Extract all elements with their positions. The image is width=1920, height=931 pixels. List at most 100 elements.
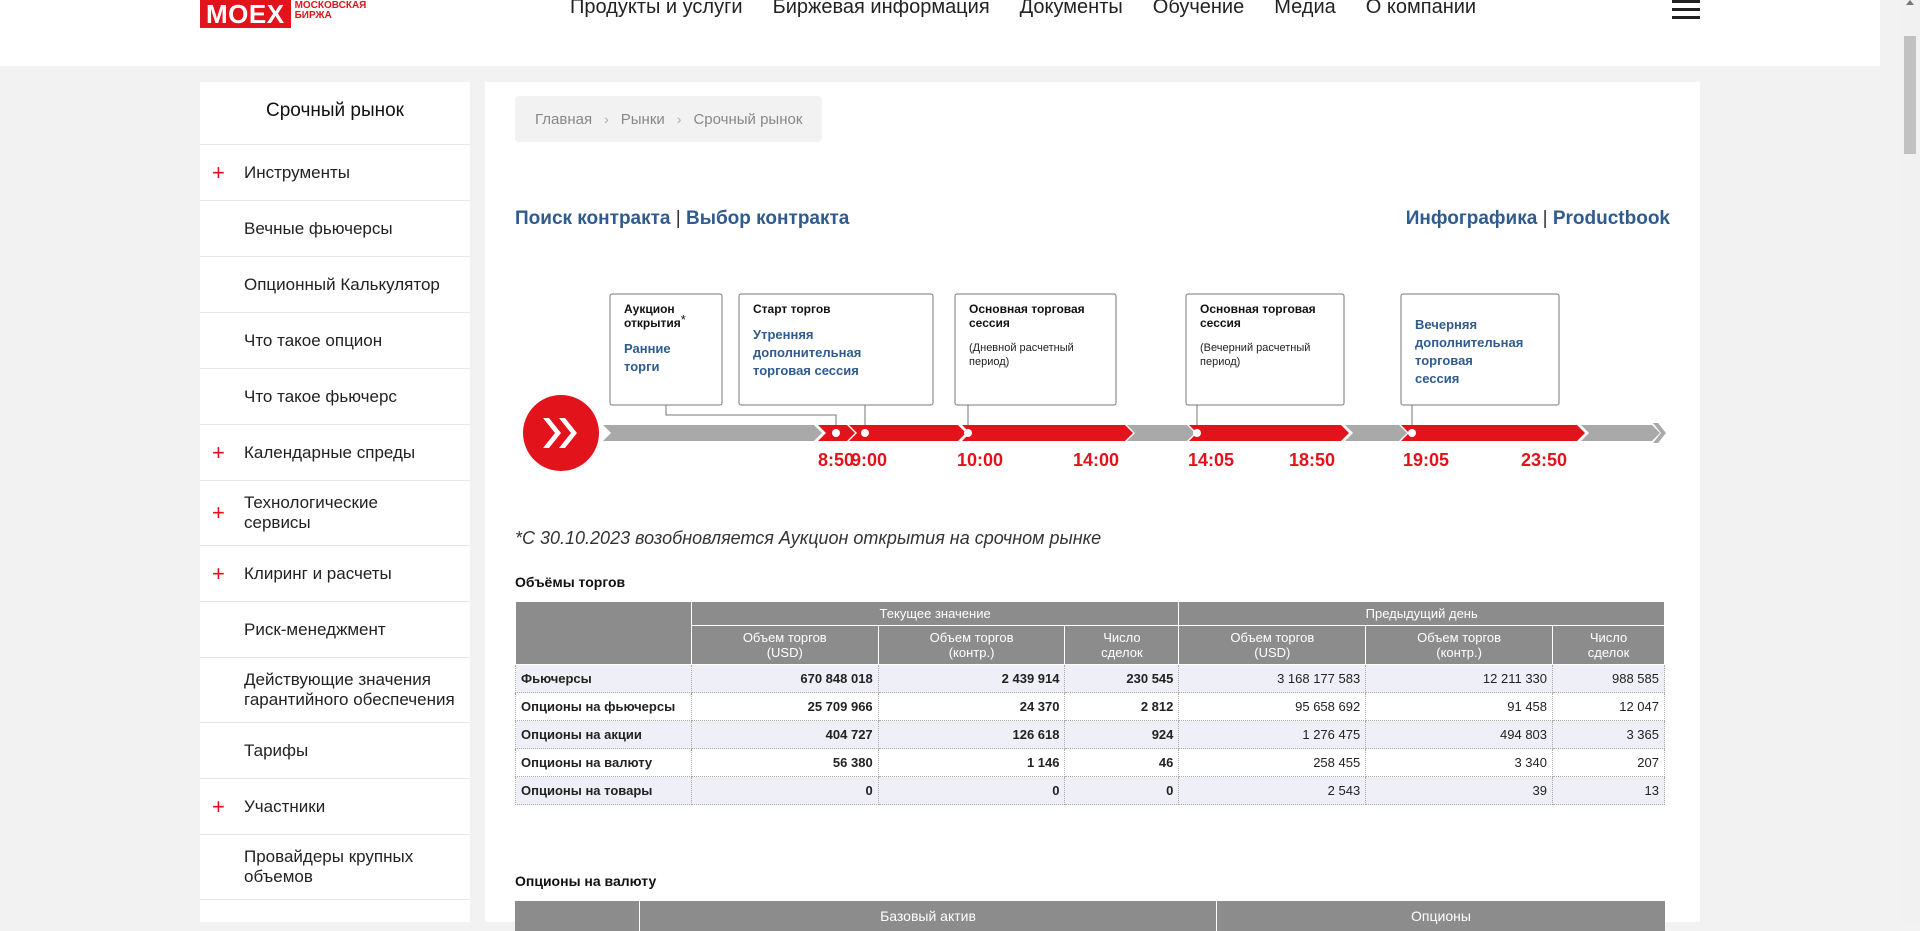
table-cell: 126 618 bbox=[877, 720, 1066, 749]
sidebar-item[interactable]: + Клиринг и расчеты bbox=[200, 546, 470, 602]
sidebar-item-label: Что такое опцион bbox=[244, 330, 383, 350]
menu-icon[interactable] bbox=[1672, 0, 1700, 19]
sidebar-item[interactable]: Опционный Калькулятор bbox=[200, 257, 470, 313]
sidebar-item[interactable]: Действующие значения гарантийного обеспеч… bbox=[200, 658, 470, 723]
table-cell: 39 bbox=[1365, 776, 1554, 805]
sidebar: Срочный рынок + Инструменты Вечные фьючерс… bbox=[200, 82, 470, 922]
table-row: Опционы на фьючерсы 25 709 966 24 370 2 812… bbox=[515, 692, 1665, 721]
header-empty bbox=[515, 601, 692, 665]
sidebar-item[interactable]: + Инструменты bbox=[200, 145, 470, 201]
table-cell: 2 812 bbox=[1064, 692, 1180, 721]
timeline-time-label: 23:50 bbox=[1521, 450, 1567, 470]
table-row: Опционы на товары 0 0 0 2 543 39 13 bbox=[515, 776, 1665, 805]
timeline-point bbox=[1193, 429, 1201, 437]
sidebar-item[interactable]: + Участники bbox=[200, 779, 470, 835]
svg-text:период): период) bbox=[969, 356, 1009, 368]
nav-about[interactable]: О компании bbox=[1366, 0, 1476, 17]
page-scrollbar[interactable] bbox=[1900, 0, 1920, 922]
col-volume-usd: Объем торгов (USD) bbox=[690, 625, 879, 665]
sidebar-item-label: Технологические сервисы bbox=[244, 493, 378, 532]
table-row: Опционы на валюту 56 380 1 146 46 258 455 3 3… bbox=[515, 748, 1665, 777]
table-cell: 12 047 bbox=[1552, 692, 1665, 721]
nav-products[interactable]: Продукты и услуги bbox=[570, 0, 743, 17]
plus-icon[interactable]: + bbox=[212, 500, 225, 526]
breadcrumb-home[interactable]: Главная bbox=[535, 111, 592, 128]
nav-exchange-info[interactable]: Биржевая информация bbox=[773, 0, 990, 17]
svg-text:дополнительная: дополнительная bbox=[753, 345, 861, 360]
svg-text:Утренняя: Утренняя bbox=[753, 327, 814, 342]
table-cell: 95 658 692 bbox=[1178, 692, 1367, 721]
table-cell: 2 543 bbox=[1178, 776, 1367, 805]
fx-options-title: Опционы на валюту bbox=[515, 873, 657, 889]
table-cell: 1 146 bbox=[877, 748, 1066, 777]
link-productbook[interactable]: Productbook bbox=[1553, 208, 1670, 229]
timeline-gray-segment bbox=[1581, 425, 1660, 441]
breadcrumb-markets[interactable]: Рынки bbox=[621, 111, 665, 128]
fx-head-empty bbox=[515, 901, 640, 931]
svg-text:Аукцион: Аукцион bbox=[624, 302, 675, 316]
sidebar-item[interactable]: Что такое фьючерс bbox=[200, 369, 470, 425]
plus-icon[interactable]: + bbox=[212, 160, 225, 186]
sidebar-item[interactable]: + Технологические сервисы bbox=[200, 481, 470, 546]
sidebar-item-label: Инструменты bbox=[244, 162, 351, 182]
sidebar-item[interactable]: Провайдеры крупных объемов bbox=[200, 835, 470, 900]
nav-media[interactable]: Медиа bbox=[1274, 0, 1336, 17]
link-infographics[interactable]: Инфографика bbox=[1406, 208, 1538, 229]
schedule-box: Основная торговаясессия (Вечерний расчетн… bbox=[1185, 293, 1345, 425]
table-cell: 988 585 bbox=[1552, 664, 1665, 693]
svg-text:Основная торговая: Основная торговая bbox=[1200, 302, 1316, 316]
col-prev-deals: Число сделок bbox=[1552, 625, 1665, 665]
nav-education[interactable]: Обучение bbox=[1153, 0, 1244, 17]
sidebar-list: + Инструменты Вечные фьючерсы Опционный Кал… bbox=[200, 145, 470, 900]
svg-text:сессия: сессия bbox=[1415, 371, 1459, 386]
moex-logo[interactable]: MOEX МОСКОВСКАЯ БИРЖА bbox=[200, 0, 366, 28]
sidebar-item[interactable]: Риск-менеджмент bbox=[200, 602, 470, 658]
svg-text:торги: торги bbox=[624, 359, 659, 374]
sidebar-item[interactable]: + Календарные спреды bbox=[200, 425, 470, 481]
sidebar-item-label: Клиринг и расчеты bbox=[244, 563, 392, 583]
row-name: Опционы на фьючерсы bbox=[515, 692, 692, 721]
table-cell: 56 380 bbox=[690, 748, 879, 777]
volumes-table: Текущее значение Предыдущий день Объем т… bbox=[515, 601, 1665, 805]
sidebar-item-label: Провайдеры крупных объемов bbox=[244, 847, 414, 886]
sidebar-item-label: Действующие значения гарантийного обеспеч… bbox=[244, 670, 455, 709]
link-contract-search[interactable]: Поиск контракта bbox=[515, 208, 671, 229]
sidebar-item[interactable]: Тарифы bbox=[200, 723, 470, 779]
timeline-red-segment bbox=[1401, 425, 1585, 441]
plus-icon[interactable]: + bbox=[212, 440, 225, 466]
table-cell: 3 365 bbox=[1552, 720, 1665, 749]
plus-icon[interactable]: + bbox=[212, 561, 225, 587]
sidebar-item-label: Опционный Калькулятор bbox=[244, 274, 440, 294]
scroll-thumb[interactable] bbox=[1904, 36, 1916, 154]
col-volume-contracts: Объем торгов (контр.) bbox=[877, 625, 1066, 665]
col-deals: Число сделок bbox=[1064, 625, 1180, 665]
timeline-time-label: 18:50 bbox=[1289, 450, 1335, 470]
link-contract-select[interactable]: Выбор контракта bbox=[686, 208, 849, 229]
link-separator: | bbox=[675, 208, 681, 229]
sidebar-item[interactable]: Вечные фьючерсы bbox=[200, 201, 470, 257]
main-content: Главная › Рынки › Срочный рынок Поиск ко… bbox=[485, 82, 1700, 931]
scroll-up-arrow-icon[interactable] bbox=[1906, 0, 1914, 5]
col-prev-volume-usd: Объем торгов (USD) bbox=[1178, 625, 1367, 665]
plus-icon[interactable]: + bbox=[212, 794, 225, 820]
svg-text:период): период) bbox=[1200, 356, 1240, 368]
timeline-time-label: 14:05 bbox=[1188, 450, 1234, 470]
logo-subtitle-line2: БИРЖА bbox=[294, 10, 332, 21]
row-name: Опционы на валюту bbox=[515, 748, 692, 777]
col-prev-volume-contracts: Объем торгов (контр.) bbox=[1365, 625, 1554, 665]
logo-subtitle: МОСКОВСКАЯ БИРЖА bbox=[295, 1, 367, 21]
chevron-right-icon: › bbox=[676, 111, 682, 127]
timeline-gray-segment bbox=[603, 425, 822, 441]
table-row: Опционы на акции 404 727 126 618 924 1 276 4… bbox=[515, 720, 1665, 749]
table-cell: 404 727 bbox=[690, 720, 879, 749]
timeline-gray-segment bbox=[1127, 425, 1195, 441]
svg-text:дополнительная: дополнительная bbox=[1415, 335, 1523, 350]
timeline-gray-segment bbox=[1345, 425, 1407, 441]
logo-mark: MOEX bbox=[200, 0, 291, 28]
table-row: Фьючерсы 670 848 018 2 439 914 230 545 3 168… bbox=[515, 664, 1665, 693]
timeline-time-label: 19:05 bbox=[1403, 450, 1449, 470]
row-name: Опционы на товары bbox=[515, 776, 692, 805]
nav-documents[interactable]: Документы bbox=[1020, 0, 1123, 17]
table-cell: 12 211 330 bbox=[1365, 664, 1554, 693]
sidebar-item[interactable]: Что такое опцион bbox=[200, 313, 470, 369]
